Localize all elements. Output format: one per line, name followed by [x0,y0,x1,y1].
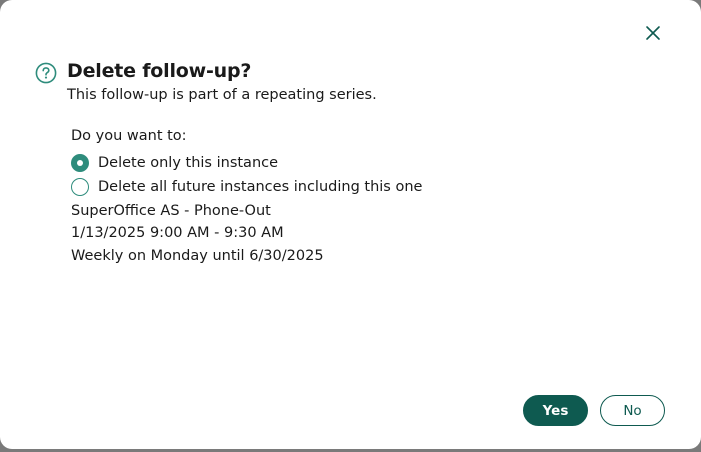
yes-button[interactable]: Yes [523,395,588,426]
option-label: Delete only this instance [98,155,279,171]
option-label: Delete all future instances including th… [98,179,423,195]
no-button[interactable]: No [600,395,665,426]
question-label: Do you want to: [71,128,187,144]
followup-subject: SuperOffice AS - Phone-Out [71,203,271,219]
close-icon [646,26,660,40]
help-circle-icon [35,62,57,84]
close-button[interactable] [641,21,665,45]
delete-followup-dialog: Delete follow-up? This follow-up is part… [0,0,701,449]
option-delete-this-instance[interactable]: Delete only this instance [71,152,278,174]
dialog-subtitle: This follow-up is part of a repeating se… [67,87,377,103]
followup-recurrence: Weekly on Monday until 6/30/2025 [71,248,324,264]
option-delete-future-instances[interactable]: Delete all future instances including th… [71,176,422,198]
dialog-title: Delete follow-up? [67,60,252,82]
followup-time: 1/13/2025 9:00 AM - 9:30 AM [71,225,284,241]
radio-button-unchecked[interactable] [71,178,89,196]
radio-button-checked[interactable] [71,154,89,172]
